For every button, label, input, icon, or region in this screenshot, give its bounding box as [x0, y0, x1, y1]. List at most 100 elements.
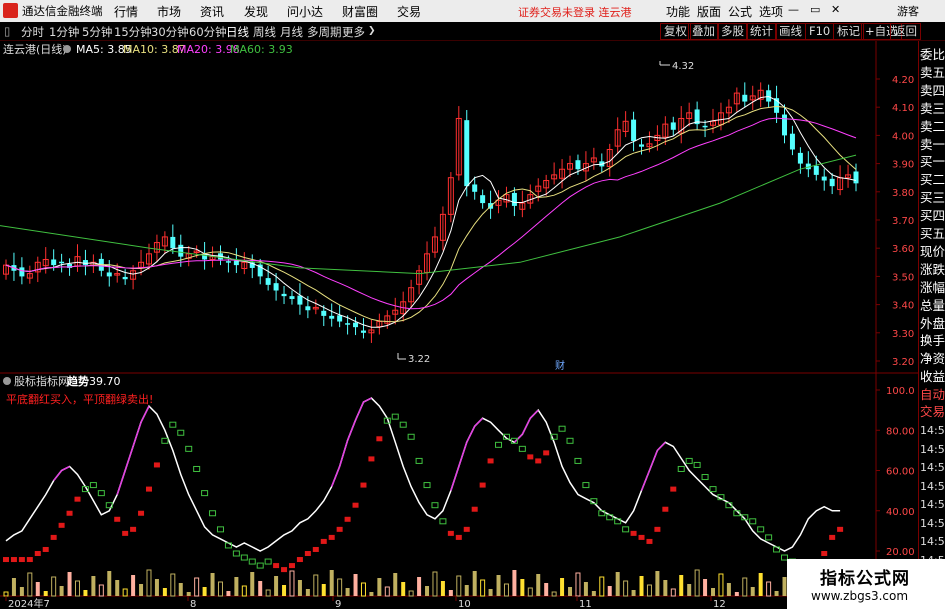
quote-panel-item[interactable]: 卖五 [920, 63, 945, 82]
step-bar-red [535, 458, 542, 464]
auto-trade-item[interactable]: 交易 [920, 402, 945, 421]
step-bar-red [66, 510, 73, 516]
signal-bar [91, 576, 96, 596]
quote-panel-item[interactable]: 买五 [920, 224, 945, 243]
event-marker[interactable]: 财 [555, 359, 565, 372]
button-f10[interactable]: F10 [805, 23, 835, 40]
quote-panel-item[interactable]: 收益 [920, 367, 945, 386]
close-button[interactable]: ✕ [831, 3, 840, 16]
step-bar-red [670, 486, 677, 492]
toolbar-collapse-icon[interactable]: ▯ [4, 24, 10, 38]
signal-bar [377, 578, 382, 596]
period-tab-time[interactable]: 分时 [21, 24, 44, 40]
main-y-tick: 4.20 [892, 75, 914, 86]
signal-bar [131, 575, 136, 596]
menu-item-function[interactable]: 功能 [666, 3, 690, 20]
menu-item-discover[interactable]: 发现 [244, 3, 268, 20]
period-tab-1min[interactable]: 1分钟 [49, 24, 79, 40]
button-adjust[interactable]: 复权 [660, 23, 691, 40]
menu-item-market[interactable]: 市场 [157, 3, 181, 20]
button-stats[interactable]: 统计 [746, 23, 777, 40]
step-bar-red [145, 486, 152, 492]
trade-time: 14:56 [920, 479, 945, 493]
indicator-settings-icon[interactable] [3, 377, 11, 385]
quote-panel-item[interactable]: 净资 [920, 349, 945, 368]
quote-panel-item[interactable]: 买四 [920, 206, 945, 225]
restore-button[interactable]: ▭ [810, 3, 820, 16]
period-tab-monthly[interactable]: 月线 [280, 24, 303, 40]
main-y-tick: 3.70 [892, 216, 914, 227]
quote-panel-item[interactable]: 涨跌 [920, 260, 945, 279]
signal-bar [655, 571, 660, 596]
signal-bar [679, 575, 684, 596]
menu-item-layout[interactable]: 版面 [697, 3, 721, 20]
step-bar-red [328, 534, 335, 540]
trade-time: 14:56 [920, 424, 945, 437]
signal-bar [305, 589, 310, 596]
signal-bar [512, 570, 517, 596]
button-draw[interactable]: 画线 [775, 23, 806, 40]
quote-panel-item[interactable]: 总量 [920, 296, 945, 315]
quote-panel-item[interactable]: 卖一 [920, 135, 945, 154]
quote-panel-item[interactable]: 卖四 [920, 81, 945, 100]
trade-time: 14:56 [920, 498, 945, 511]
quote-panel-item[interactable]: 卖三 [920, 99, 945, 118]
menu-item-formula[interactable]: 公式 [728, 3, 752, 20]
menu-item-trade[interactable]: 交易 [397, 3, 421, 20]
button-mark[interactable]: 标记 [833, 23, 864, 40]
signal-bar [154, 579, 159, 596]
quote-panel-item[interactable]: 换手 [920, 331, 945, 350]
signal-bar [615, 572, 620, 596]
quote-panel-item[interactable]: 买三 [920, 188, 945, 207]
main-y-tick: 4.10 [892, 103, 914, 114]
signal-bar [726, 583, 731, 596]
more-chevron-icon[interactable]: ❯ [368, 26, 376, 36]
quote-panel-item[interactable]: 现价 [920, 242, 945, 261]
period-tab-30min[interactable]: 30分钟 [151, 24, 189, 40]
chart-area[interactable]: 连云港(日线) MA5: 3.85 MA10: 3.87 MA20: 3.98 … [0, 41, 918, 609]
minimize-button[interactable]: — [788, 3, 799, 16]
button-multi-stock[interactable]: 多股 [717, 23, 748, 40]
period-tab-60min[interactable]: 60分钟 [189, 24, 227, 40]
watermark-title: 指标公式网 [820, 569, 910, 589]
trade-time: 14:56 [920, 461, 945, 474]
main-y-tick: 3.30 [892, 329, 914, 340]
period-tab-daily[interactable]: 日线 [226, 24, 249, 40]
menu-item-ask[interactable]: 问小达 [287, 3, 323, 20]
quote-panel-item[interactable]: 买一 [920, 152, 945, 171]
quote-panel-item[interactable]: 外盘 [920, 314, 945, 333]
step-bar-red [122, 530, 129, 536]
signal-bar [43, 591, 48, 596]
signal-text: 平底翻红买入，平顶翻绿卖出! [6, 392, 153, 406]
signal-bar [607, 586, 612, 596]
quote-panel-item[interactable]: 卖二 [920, 117, 945, 136]
menu-item-options[interactable]: 选项 [759, 3, 783, 20]
app-logo-icon [3, 3, 18, 18]
menu-item-news[interactable]: 资讯 [200, 3, 224, 20]
main-chart-title: 连云港(日线) [3, 42, 67, 56]
quote-panel-item[interactable]: 买二 [920, 170, 945, 189]
period-tab-5min[interactable]: 5分钟 [82, 24, 112, 40]
step-bar-red [26, 557, 33, 563]
step-bar-red [487, 458, 494, 464]
sub-y-tick: 100.0 [886, 386, 915, 397]
x-axis-label: 12 [713, 599, 726, 609]
period-tab-weekly[interactable]: 周线 [253, 24, 276, 40]
chart-settings-icon[interactable] [63, 45, 71, 53]
step-bar-red [821, 551, 828, 556]
quote-panel-item[interactable]: 涨幅 [920, 278, 945, 297]
user-label[interactable]: 游客 [897, 3, 919, 19]
signal-bar [59, 586, 64, 596]
step-bar-red [479, 482, 486, 488]
quote-panel-item[interactable]: 委比 [920, 45, 945, 64]
signal-bar [258, 581, 263, 596]
period-tab-15min[interactable]: 15分钟 [114, 24, 152, 40]
period-tab-multi[interactable]: 多周期 [307, 24, 342, 40]
signal-bar [440, 581, 445, 596]
button-back[interactable]: 返回 [890, 23, 921, 40]
button-overlay[interactable]: 叠加 [688, 23, 719, 40]
menu-item-wealth[interactable]: 财富圈 [342, 3, 378, 20]
step-bar-red [543, 450, 550, 456]
period-tab-more[interactable]: 更多 [342, 24, 365, 40]
menu-item-quotes[interactable]: 行情 [114, 3, 138, 20]
